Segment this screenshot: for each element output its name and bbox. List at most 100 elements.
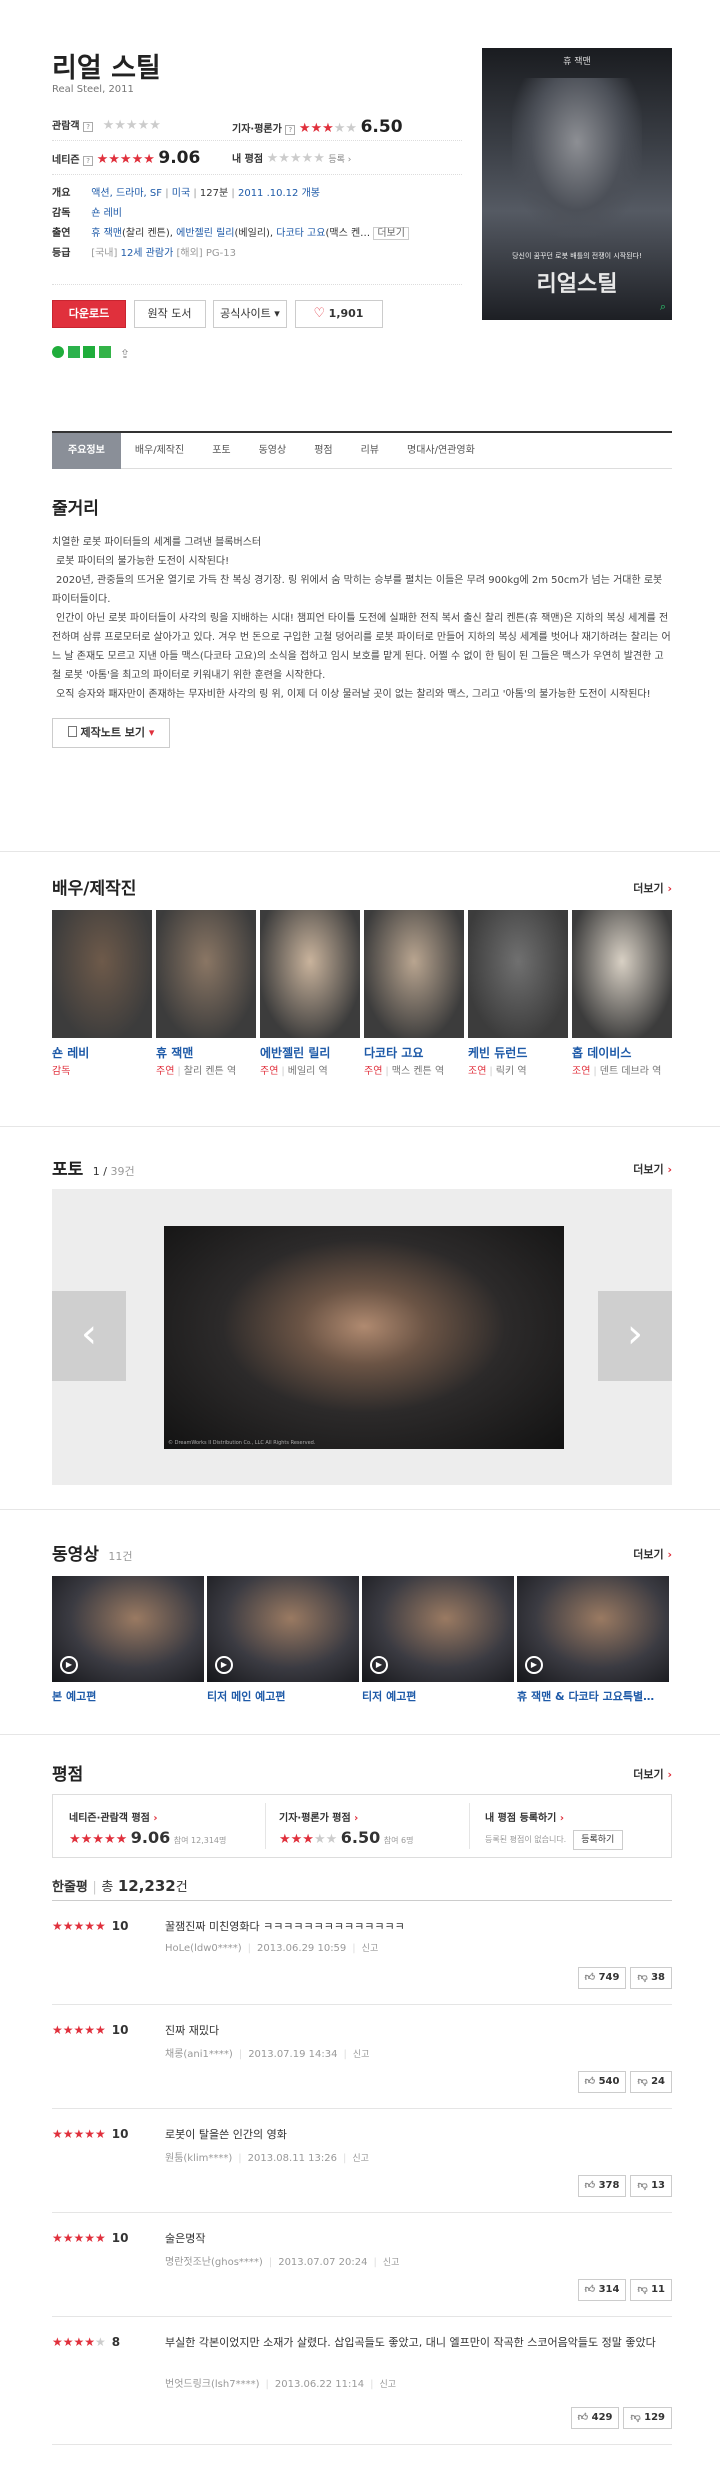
downvote-button[interactable]: 👎︎ 38 [630, 1967, 672, 1989]
cast-name[interactable]: 휴 잭맨 [156, 1044, 256, 1061]
heart-icon: ♡ [313, 306, 326, 321]
cast-photo[interactable] [260, 910, 360, 1038]
official-site-button[interactable]: 공식사이트 ▾ [213, 300, 287, 328]
video-title[interactable]: 휴 잭맨 & 다코타 고요특별… [517, 1688, 669, 1704]
play-icon[interactable]: ▶ [60, 1656, 78, 1674]
movie-poster[interactable]: 휴 잭맨 당신이 꿈꾸던 로봇 배틀의 전쟁이 시작된다! 리얼스틸 ⌕ [482, 48, 672, 320]
original-book-button[interactable]: 원작 도서 [133, 300, 206, 328]
video-title[interactable]: 티저 예고편 [362, 1688, 514, 1704]
video-card[interactable]: ▶ 휴 잭맨 & 다코타 고요특별… [517, 1576, 669, 1706]
download-button[interactable]: 다운로드 [52, 300, 126, 328]
my-stars[interactable]: ★★★★★ [267, 152, 325, 165]
info-icon[interactable]: ? [83, 156, 94, 166]
photo-next-button[interactable]: › [598, 1291, 672, 1381]
cast-card[interactable]: 에반젤린 릴리 주연 | 베일리 역 [260, 910, 360, 1100]
upvote-button[interactable]: 👍︎ 540 [577, 2071, 627, 2093]
upvote-button[interactable]: 👍︎ 429 [570, 2407, 620, 2429]
report-link[interactable]: 신고 [383, 2258, 400, 2268]
review-user[interactable]: 번엇드링크(lsh7****) [165, 2379, 260, 2390]
review-user[interactable]: 채롱(ani1****) [165, 2049, 233, 2060]
tab-3[interactable]: 동영상 [245, 433, 301, 469]
share-line-icon[interactable] [52, 346, 64, 358]
cast-card[interactable]: 숀 레비 감독 [52, 910, 152, 1100]
grade-link[interactable]: 12세 관람가 [121, 248, 174, 259]
report-link[interactable]: 신고 [352, 2154, 369, 2164]
share-blog-icon[interactable] [83, 346, 95, 358]
like-button[interactable]: ♡ 1,901 [294, 300, 383, 328]
cast-card[interactable]: 홉 데이비스 조연 | 덴트 데브라 역 [572, 910, 672, 1100]
report-link[interactable]: 신고 [380, 2380, 397, 2390]
upvote-button[interactable]: 👍︎ 314 [577, 2279, 627, 2301]
synopsis-p4: 인간이 아닌 로봇 파이터들이 사각의 링을 지배하는 시대! 챔피언 타이틀 … [52, 613, 671, 681]
director-link[interactable]: 숀 레비 [91, 208, 122, 219]
report-link[interactable]: 신고 [353, 2050, 370, 2060]
cast-photo[interactable] [468, 910, 568, 1038]
tab-6[interactable]: 명대사/연관영화 [393, 433, 489, 469]
cast-photo[interactable] [52, 910, 152, 1038]
play-icon[interactable]: ▶ [215, 1656, 233, 1674]
production-note-button[interactable]: 제작노트 보기 ▾ [52, 718, 170, 748]
cast-link-b[interactable]: 에반젤린 릴리 [176, 228, 234, 239]
cast-role-line: 조연 | 릭키 역 [468, 1064, 568, 1080]
cast-photo[interactable] [572, 910, 672, 1038]
downvote-button[interactable]: 👎︎ 13 [630, 2175, 672, 2197]
tab-5[interactable]: 리뷰 [347, 433, 393, 469]
downvote-button[interactable]: 👎︎ 11 [630, 2279, 672, 2301]
cast-link-a[interactable]: 휴 잭맨 [91, 228, 122, 239]
cast-name[interactable]: 숀 레비 [52, 1044, 152, 1061]
cast-card[interactable]: 다코타 고요 주연 | 맥스 켄튼 역 [364, 910, 464, 1100]
cast-more-link[interactable]: 더보기 [373, 227, 409, 240]
cast-name[interactable]: 에반젤린 릴리 [260, 1044, 360, 1061]
video-title[interactable]: 본 예고편 [52, 1688, 204, 1704]
play-icon[interactable]: ▶ [525, 1656, 543, 1674]
country-link[interactable]: 미국 [172, 188, 190, 199]
share-cafe-icon[interactable] [98, 346, 111, 358]
video-more-link[interactable]: 더보기 › [633, 1546, 672, 1562]
cast-link-c[interactable]: 다코타 고요 [276, 228, 325, 239]
upvote-button[interactable]: 👍︎ 749 [577, 1967, 627, 1989]
cast-card[interactable]: 휴 잭맨 주연 | 찰리 켄튼 역 [156, 910, 256, 1100]
downvote-button[interactable]: 👎︎ 129 [623, 2407, 672, 2429]
photo-more-link[interactable]: 더보기 › [633, 1161, 672, 1177]
cast-name[interactable]: 케빈 듀런드 [468, 1044, 568, 1061]
tab-2[interactable]: 포토 [198, 433, 244, 469]
zoom-icon[interactable]: ⌕ [660, 300, 666, 314]
downvote-button[interactable]: 👎︎ 24 [630, 2071, 672, 2093]
report-link[interactable]: 신고 [362, 1944, 379, 1954]
cast-name[interactable]: 다코타 고요 [364, 1044, 464, 1061]
cast-name[interactable]: 홉 데이비스 [572, 1044, 672, 1061]
info-icon[interactable]: ? [83, 122, 94, 132]
video-thumbnail[interactable]: ▶ [52, 1576, 204, 1682]
play-icon[interactable]: ▶ [370, 1656, 388, 1674]
tab-0[interactable]: 주요정보 [52, 433, 121, 469]
review-stars: ★★★★★ [52, 2023, 106, 2037]
register-rating-button[interactable]: 등록하기 [572, 1830, 623, 1850]
video-thumbnail[interactable]: ▶ [362, 1576, 514, 1682]
review-user[interactable]: HoLe(ldw0****) [165, 1943, 242, 1954]
upvote-button[interactable]: 👍︎ 378 [577, 2175, 627, 2197]
photo-main-image[interactable]: © DreamWorks II Distribution Co., LLC Al… [164, 1226, 564, 1449]
video-title[interactable]: 티저 메인 예고편 [207, 1688, 359, 1704]
genre-link[interactable]: 액션, 드라마, SF [91, 188, 162, 199]
cast-photo[interactable] [364, 910, 464, 1038]
review-user[interactable]: 명란젓조난(ghos****) [165, 2257, 263, 2268]
tab-4[interactable]: 평점 [300, 433, 346, 469]
netizen-box-label: 네티즌·관람객 평점 [69, 1813, 150, 1824]
review-user[interactable]: 원툼(klim****) [165, 2153, 232, 2164]
video-card[interactable]: ▶ 본 예고편 [52, 1576, 204, 1706]
cast-more-link[interactable]: 더보기 › [633, 880, 672, 896]
cast-photo[interactable] [156, 910, 256, 1038]
video-thumbnail[interactable]: ▶ [517, 1576, 669, 1682]
review-more-link[interactable]: 더보기 › [633, 1766, 672, 1782]
cast-card[interactable]: 케빈 듀런드조연 | 릭키 역 [468, 910, 568, 1100]
register-link[interactable]: 등록 [328, 155, 345, 165]
video-card[interactable]: ▶ 티저 메인 예고편 [207, 1576, 359, 1706]
share-icon[interactable]: ⇪ [120, 348, 130, 360]
video-thumbnail[interactable]: ▶ [207, 1576, 359, 1682]
tab-1[interactable]: 배우/제작진 [121, 433, 198, 469]
video-card[interactable]: ▶ 티저 예고편 [362, 1576, 514, 1706]
info-icon[interactable]: ? [285, 125, 296, 135]
photo-prev-button[interactable]: ‹ [52, 1291, 126, 1381]
share-band-icon[interactable] [67, 346, 80, 358]
release-link[interactable]: 2011 .10.12 개봉 [238, 188, 320, 199]
